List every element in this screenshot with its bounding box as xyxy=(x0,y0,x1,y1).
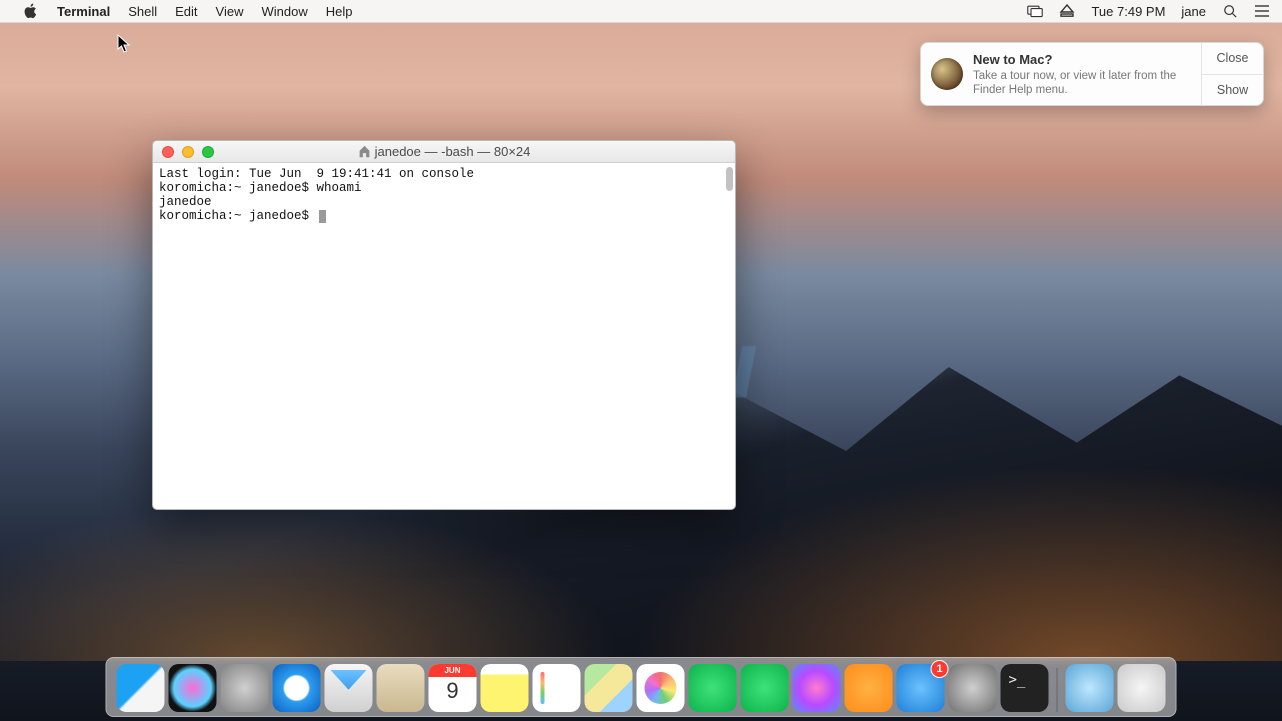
menu-window[interactable]: Window xyxy=(253,0,317,23)
dock-notes[interactable] xyxy=(481,664,529,712)
calendar-day: 9 xyxy=(429,678,477,704)
dock-appstore[interactable]: 1 xyxy=(897,664,945,712)
dock-separator xyxy=(1057,668,1058,712)
dock: JUN 9 1 xyxy=(106,657,1177,717)
desktop: Kifaru Terminal Shell Edit View Window H… xyxy=(0,0,1282,721)
window-zoom-button[interactable] xyxy=(202,146,214,158)
notification-title: New to Mac? xyxy=(973,52,1191,67)
dock-ibooks[interactable] xyxy=(845,664,893,712)
dock-calendar[interactable]: JUN 9 xyxy=(429,664,477,712)
notification-body: Take a tour now, or view it later from t… xyxy=(973,69,1191,97)
eject-icon[interactable] xyxy=(1059,0,1075,23)
terminal-line: koromicha:~ janedoe$ whoami xyxy=(159,181,362,195)
menu-app-name[interactable]: Terminal xyxy=(48,0,119,23)
dock-safari[interactable] xyxy=(273,664,321,712)
dock-trash[interactable] xyxy=(1118,664,1166,712)
window-minimize-button[interactable] xyxy=(182,146,194,158)
apple-logo-icon xyxy=(23,3,39,19)
spotlight-icon[interactable] xyxy=(1222,0,1238,23)
calendar-month: JUN xyxy=(429,664,477,677)
menu-help[interactable]: Help xyxy=(317,0,362,23)
dock-downloads[interactable] xyxy=(1066,664,1114,712)
dock-finder[interactable] xyxy=(117,664,165,712)
dock-itunes[interactable] xyxy=(793,664,841,712)
terminal-cursor xyxy=(319,210,326,223)
mouse-cursor-icon xyxy=(117,34,131,54)
notification-banner: New to Mac? Take a tour now, or view it … xyxy=(920,42,1264,106)
home-icon xyxy=(358,145,371,158)
dock-system-preferences[interactable] xyxy=(949,664,997,712)
notification-close-button[interactable]: Close xyxy=(1202,43,1263,74)
terminal-window[interactable]: janedoe — -bash — 80×24 Last login: Tue … xyxy=(152,140,736,510)
menubar-clock[interactable]: Tue 7:49 PM xyxy=(1091,0,1165,23)
menu-view[interactable]: View xyxy=(207,0,253,23)
dock-mail[interactable] xyxy=(325,664,373,712)
dock-siri[interactable] xyxy=(169,664,217,712)
dock-facetime[interactable] xyxy=(741,664,789,712)
apple-menu[interactable] xyxy=(14,0,48,23)
menu-edit[interactable]: Edit xyxy=(166,0,206,23)
window-titlebar[interactable]: janedoe — -bash — 80×24 xyxy=(153,141,735,163)
notification-app-icon xyxy=(931,58,963,90)
dock-contacts[interactable] xyxy=(377,664,425,712)
screen-mirroring-icon[interactable] xyxy=(1027,0,1043,23)
menubar: Terminal Shell Edit View Window Help Tue… xyxy=(0,0,1282,23)
dock-photos[interactable] xyxy=(637,664,685,712)
menubar-user[interactable]: jane xyxy=(1181,0,1206,23)
terminal-prompt: koromicha:~ janedoe$ xyxy=(159,209,317,223)
window-title: janedoe — -bash — 80×24 xyxy=(375,144,531,159)
dock-maps[interactable] xyxy=(585,664,633,712)
notification-center-icon[interactable] xyxy=(1254,0,1270,23)
dock-launchpad[interactable] xyxy=(221,664,269,712)
dock-terminal[interactable] xyxy=(1001,664,1049,712)
terminal-line: Last login: Tue Jun 9 19:41:41 on consol… xyxy=(159,167,474,181)
menu-shell[interactable]: Shell xyxy=(119,0,166,23)
scrollbar-thumb[interactable] xyxy=(726,167,733,191)
window-close-button[interactable] xyxy=(162,146,174,158)
notification-show-button[interactable]: Show xyxy=(1202,74,1263,106)
terminal-content[interactable]: Last login: Tue Jun 9 19:41:41 on consol… xyxy=(153,163,735,509)
terminal-line: janedoe xyxy=(159,195,212,209)
appstore-badge: 1 xyxy=(931,660,949,678)
dock-messages[interactable] xyxy=(689,664,737,712)
dock-reminders[interactable] xyxy=(533,664,581,712)
